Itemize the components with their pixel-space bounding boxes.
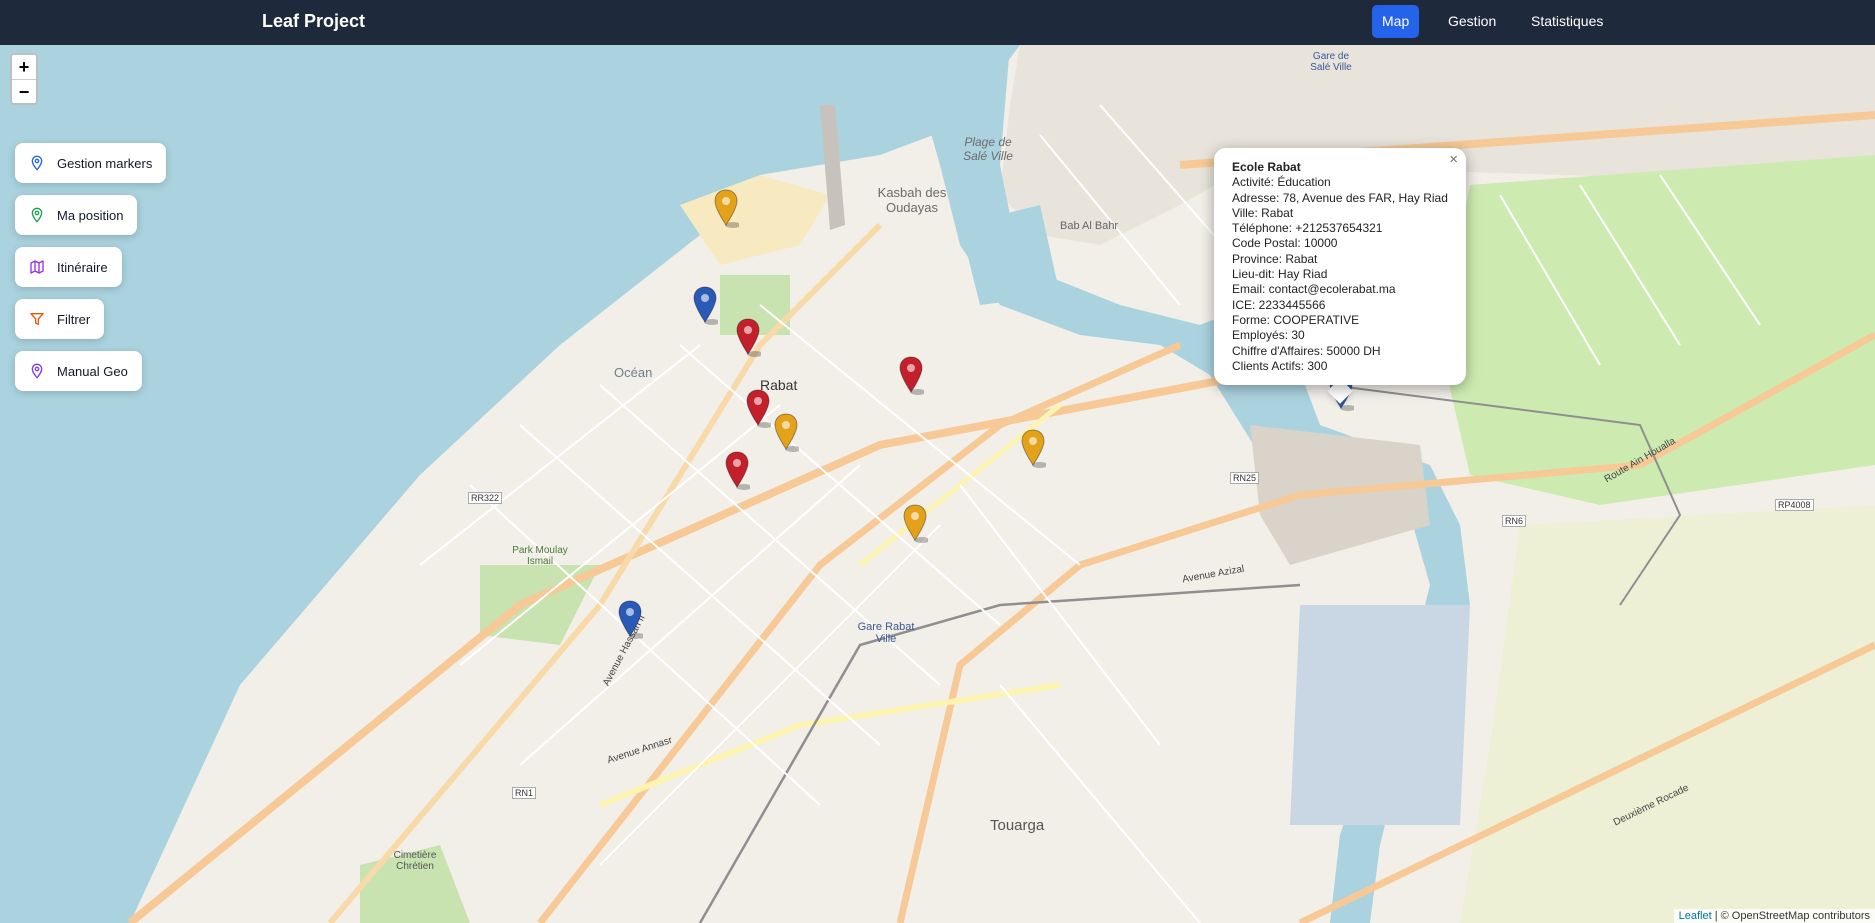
- manual-geo-label: Manual Geo: [57, 363, 128, 379]
- map-marker[interactable]: [724, 451, 750, 491]
- map-pin-icon: [31, 363, 43, 379]
- map-marker[interactable]: [773, 413, 799, 453]
- itineraire-label: Itinéraire: [57, 259, 108, 275]
- filtrer-button[interactable]: Filtrer: [15, 299, 105, 339]
- ma-position-button[interactable]: Ma position: [15, 195, 138, 235]
- nav-map[interactable]: Map: [1372, 5, 1420, 38]
- map-marker[interactable]: [692, 286, 718, 326]
- gestion-markers-button[interactable]: Gestion markers: [15, 143, 167, 183]
- map-label-cimetiere: Cimetière Chrétien: [393, 850, 437, 872]
- popup-activite: Activité: Éducation: [1232, 175, 1331, 190]
- popup-code-postal: Code Postal: 10000: [1232, 236, 1338, 251]
- popup-adresse: Adresse: 78, Avenue des FAR, Hay Riad: [1232, 190, 1448, 205]
- map-container[interactable]: Kasbah des Oudayas Plage de Salé Ville O…: [0, 45, 1875, 923]
- filtrer-label: Filtrer: [57, 311, 91, 327]
- map-label-park: Park Moulay Ismail: [512, 545, 568, 567]
- map-label-touarga: Touarga: [990, 817, 1045, 834]
- map-marker[interactable]: [898, 356, 924, 396]
- ma-position-label: Ma position: [57, 207, 124, 223]
- popup-title: Ecole Rabat: [1232, 160, 1301, 174]
- map-pin-icon: [31, 155, 43, 171]
- map-label-kasbah: Kasbah des Oudayas: [877, 185, 947, 215]
- map-marker[interactable]: [745, 389, 771, 429]
- map-attribution: Leaflet | © OpenStreetMap contributors: [1673, 909, 1875, 923]
- road-shield-rn1: RN1: [512, 787, 537, 799]
- map-marker[interactable]: [713, 189, 739, 229]
- popup-close-icon[interactable]: ×: [1449, 152, 1458, 168]
- popup-clients-actifs: Clients Actifs: 300: [1232, 358, 1328, 373]
- road-shield-rr322: RR322: [468, 492, 503, 504]
- popup-forme: Forme: COOPERATIVE: [1232, 312, 1360, 327]
- leaflet-link[interactable]: Leaflet: [1679, 910, 1712, 922]
- map-pin-icon: [31, 207, 43, 223]
- brand-title[interactable]: Leaf Project: [262, 11, 365, 32]
- manual-geo-button[interactable]: Manual Geo: [15, 351, 142, 391]
- popup-email: Email: contact@ecolerabat.ma: [1232, 282, 1396, 297]
- itineraire-button[interactable]: Itinéraire: [15, 247, 122, 287]
- zoom-control: + −: [10, 53, 38, 105]
- popup-telephone: Téléphone: +212537654321: [1232, 221, 1383, 236]
- top-navbar: Leaf Project Map Gestion Statistiques: [0, 0, 1875, 45]
- road-shield-rn25: RN25: [1230, 472, 1260, 484]
- osm-attribution: | © OpenStreetMap contributors: [1711, 910, 1870, 922]
- popup-ice: ICE: 2233445566: [1232, 297, 1326, 312]
- nav-gestion[interactable]: Gestion: [1438, 5, 1506, 38]
- map-tiles[interactable]: [0, 45, 1875, 923]
- road-shield-rn6: RN6: [1502, 515, 1527, 527]
- map-marker[interactable]: [902, 504, 928, 544]
- nav-statistiques[interactable]: Statistiques: [1521, 5, 1613, 38]
- zoom-out-button[interactable]: −: [12, 79, 36, 103]
- map-marker[interactable]: [1020, 429, 1046, 469]
- map-label-gare-sale: Gare de Salé Ville: [1310, 51, 1352, 73]
- map-icon: [30, 260, 44, 274]
- road-shield-rp4008: RP4008: [1775, 499, 1814, 511]
- popup-lieu-dit: Lieu-dit: Hay Riad: [1232, 267, 1328, 282]
- popup-ville: Ville: Rabat: [1232, 205, 1294, 220]
- map-marker[interactable]: [735, 318, 761, 358]
- map-label-plage: Plage de Salé Ville: [963, 135, 1013, 163]
- marker-popup: × Ecole Rabat Activité: Éducation Adress…: [1214, 148, 1466, 385]
- popup-chiffre-affaires: Chiffre d'Affaires: 50000 DH: [1232, 343, 1381, 358]
- popup-employes: Employés: 30: [1232, 328, 1305, 343]
- popup-province: Province: Rabat: [1232, 251, 1318, 266]
- gestion-markers-label: Gestion markers: [57, 155, 153, 171]
- map-label-gare-rabat: Gare Rabat Ville: [857, 621, 915, 645]
- zoom-in-button[interactable]: +: [12, 55, 36, 79]
- map-marker[interactable]: [617, 600, 643, 640]
- filter-icon: [30, 313, 44, 325]
- map-label-ocean: Océan: [614, 365, 653, 380]
- map-label-bab-al-bahr: Bab Al Bahr: [1060, 220, 1119, 232]
